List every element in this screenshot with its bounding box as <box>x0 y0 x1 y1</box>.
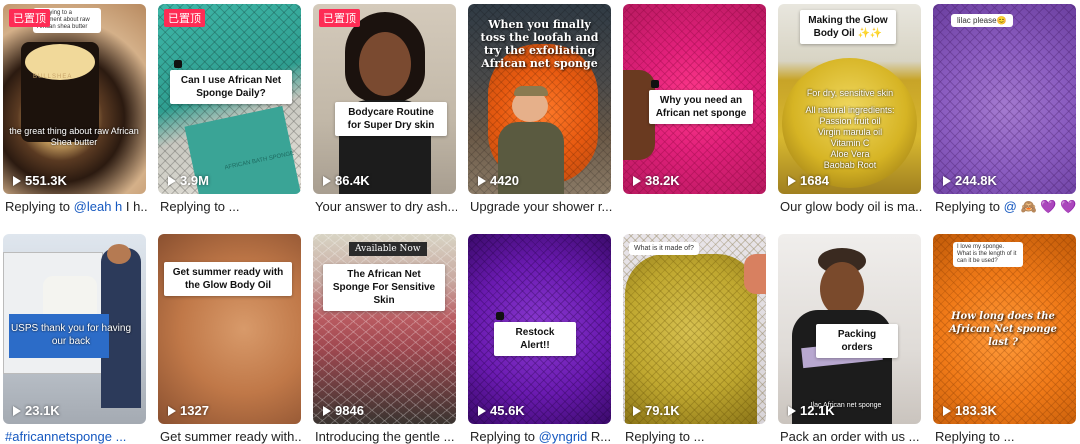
view-count: 38.2K <box>633 173 680 188</box>
pinned-badge: 已置顶 <box>319 9 360 27</box>
reply-comment-bubble: I love my sponge. What is the length of … <box>953 242 1023 267</box>
play-icon <box>788 175 796 186</box>
video-title-overlay: How long does the African Net sponge las… <box>949 311 1057 348</box>
video-sticker-text: Why you need an African net sponge <box>649 90 753 124</box>
video-sticker-text: Packing orders <box>816 324 898 358</box>
video-thumbnail[interactable]: Get summer ready with the Glow Body Oil … <box>158 234 301 424</box>
play-icon <box>168 405 176 416</box>
video-thumbnail[interactable]: Making the Glow Body Oil ✨✨ For dry, sen… <box>778 4 921 194</box>
play-icon <box>633 175 641 186</box>
video-sticker-text: The African Net Sponge For Sensitive Ski… <box>323 264 445 311</box>
video-thumbnail[interactable]: lilac please😊 244.8K <box>933 4 1076 194</box>
video-caption[interactable]: #africannetsponge ... <box>5 429 147 444</box>
video-caption[interactable]: Get summer ready with... <box>160 429 302 444</box>
video-sticker-text: Bodycare Routine for Super Dry skin <box>335 102 447 136</box>
view-count: 4420 <box>478 173 519 188</box>
video-caption[interactable]: Replying to ... <box>160 199 302 214</box>
video-caption[interactable]: Replying to @leah h I h... <box>5 199 147 214</box>
video-thumbnail[interactable]: Available Now The African Net Sponge For… <box>313 234 456 424</box>
play-icon <box>13 175 21 186</box>
video-grid: BULLSHEA Replying to a comment about raw… <box>0 0 1080 444</box>
video-thumbnail[interactable]: Bodycare Routine for Super Dry skin 已置顶 … <box>313 4 456 194</box>
video-thumbnail[interactable]: Why you need an African net sponge 38.2K <box>623 4 766 194</box>
available-now-banner: Available Now <box>349 242 427 256</box>
video-thumbnail[interactable]: AFRICAN BATH SPONGE Can I use African Ne… <box>158 4 301 194</box>
play-icon <box>478 175 486 186</box>
video-overlay-text: the great thing about raw African Shea b… <box>9 126 139 147</box>
play-icon <box>13 405 21 416</box>
ingredient-line: Vitamin C <box>830 138 870 148</box>
reply-comment-bubble: What is it made of? <box>629 242 699 255</box>
video-sticker-text: Get summer ready with the Glow Body Oil <box>164 262 292 296</box>
video-caption[interactable]: Your answer to dry ash... <box>315 199 457 214</box>
video-thumbnail[interactable]: Packing orders Ilac African net sponge 1… <box>778 234 921 424</box>
play-icon <box>943 405 951 416</box>
pinned-badge: 已置顶 <box>9 9 50 27</box>
play-icon <box>168 175 176 186</box>
video-caption[interactable]: Replying to ... <box>625 429 767 444</box>
play-icon <box>943 175 951 186</box>
video-sticker-text: Can I use African Net Sponge Daily? <box>170 70 292 104</box>
video-thumbnail[interactable]: What is it made of? 79.1K <box>623 234 766 424</box>
video-caption[interactable]: Upgrade your shower r... <box>470 199 612 214</box>
video-title-overlay: When you finally toss the loofah and try… <box>480 18 599 70</box>
tiktok-icon <box>496 312 504 320</box>
view-count: 45.6K <box>478 403 525 418</box>
view-count: 1327 <box>168 403 209 418</box>
video-caption[interactable]: Our glow body oil is ma... <box>780 199 922 214</box>
ingredients-list: For dry, sensitive skin All natural ingr… <box>792 88 908 171</box>
ingredient-line: All natural ingredients: <box>805 105 895 115</box>
video-sticker-text: Restock Alert!! <box>494 322 576 356</box>
view-count: 12.1K <box>788 403 835 418</box>
view-count: 9846 <box>323 403 364 418</box>
tiktok-icon <box>174 60 182 68</box>
video-sticker-text: Making the Glow Body Oil ✨✨ <box>800 10 896 44</box>
ingredient-line: Virgin marula oil <box>817 127 883 137</box>
view-count: 3.9M <box>168 173 209 188</box>
play-icon <box>788 405 796 416</box>
reply-comment-bubble: lilac please😊 <box>951 14 1013 27</box>
video-caption[interactable]: Replying to @ 🙈 💜 💜 <box>935 199 1077 215</box>
ingredient-line: Passion fruit oil <box>819 116 881 126</box>
view-count: 244.8K <box>943 173 997 188</box>
video-caption[interactable]: Replying to @yngrid R... <box>470 429 612 444</box>
video-thumbnail[interactable]: BULLSHEA Replying to a comment about raw… <box>3 4 146 194</box>
play-icon <box>478 405 486 416</box>
view-count: 86.4K <box>323 173 370 188</box>
ingredient-line: Aloe Vera <box>830 149 870 159</box>
tiktok-icon <box>651 80 659 88</box>
ingredient-line: For dry, sensitive skin <box>806 88 894 98</box>
play-icon <box>633 405 641 416</box>
play-icon <box>323 175 331 186</box>
video-caption[interactable]: Introducing the gentle ... <box>315 429 457 444</box>
view-count: 551.3K <box>13 173 67 188</box>
view-count: 79.1K <box>633 403 680 418</box>
view-count: 1684 <box>788 173 829 188</box>
video-overlay-text: USPS thank you for having our back <box>10 323 132 347</box>
video-thumbnail[interactable]: I love my sponge. What is the length of … <box>933 234 1076 424</box>
play-icon <box>323 405 331 416</box>
view-count: 183.3K <box>943 403 997 418</box>
video-thumbnail[interactable]: When you finally toss the loofah and try… <box>468 4 611 194</box>
video-caption[interactable]: Pack an order with us ... <box>780 429 922 444</box>
pinned-badge: 已置顶 <box>164 9 205 27</box>
video-thumbnail[interactable]: USPS thank you for having our back 23.1K <box>3 234 146 424</box>
video-caption[interactable]: Replying to ... <box>935 429 1077 444</box>
view-count: 23.1K <box>13 403 60 418</box>
ingredient-line: Baobab Root <box>823 160 877 170</box>
video-thumbnail[interactable]: Restock Alert!! 45.6K <box>468 234 611 424</box>
